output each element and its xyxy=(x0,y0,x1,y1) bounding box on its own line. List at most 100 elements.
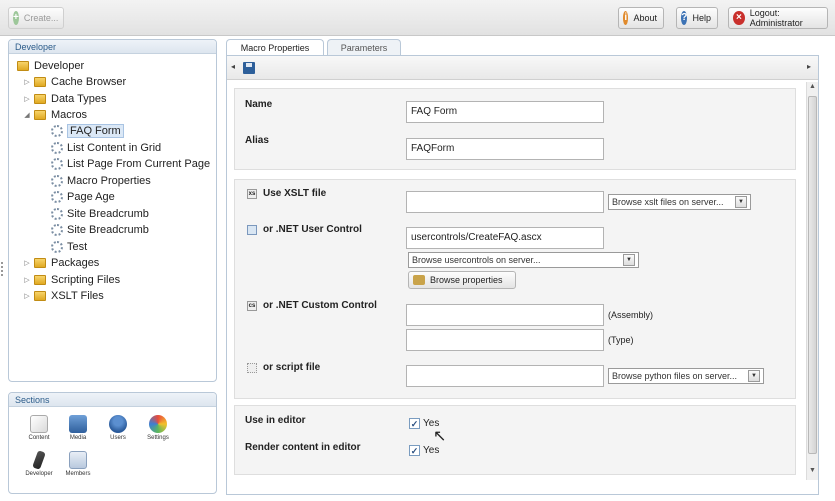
vertical-scrollbar[interactable]: ▲ ▼ xyxy=(806,82,818,480)
tree-item-packages[interactable]: ▷ Packages xyxy=(23,255,99,271)
help-icon: ? xyxy=(681,11,688,25)
section-content[interactable]: Content xyxy=(19,415,59,441)
tree-root[interactable]: Developer xyxy=(17,58,84,74)
macro-icon xyxy=(51,125,63,137)
chevron-down-icon: ▼ xyxy=(735,196,747,208)
scroll-up-icon[interactable]: ▲ xyxy=(809,83,816,90)
section-media[interactable]: Media xyxy=(58,415,98,441)
type-input[interactable] xyxy=(406,329,604,351)
help-button[interactable]: ? Help xyxy=(676,7,718,29)
section-label: Users xyxy=(110,435,126,441)
members-icon xyxy=(69,451,87,469)
scroll-right-icon[interactable]: ▸ xyxy=(807,62,811,71)
checkmark-icon: ✓ xyxy=(409,445,420,456)
tree-root-label: Developer xyxy=(34,60,85,72)
macro-icon xyxy=(51,191,63,203)
render-content-checkbox[interactable]: ✓ Yes xyxy=(409,445,439,456)
tree-item-macro-properties[interactable]: Macro Properties xyxy=(51,173,151,189)
browse-xslt-text: Browse xslt files on server... xyxy=(612,197,724,207)
tree-item-list-content-in-grid[interactable]: List Content in Grid xyxy=(51,140,161,156)
logout-button[interactable]: × Logout: Administrator xyxy=(728,7,828,29)
tree-item-faq-form[interactable]: FAQ Form xyxy=(51,123,124,139)
expand-arrow-icon[interactable]: ▷ xyxy=(23,95,31,103)
sections-panel-title: Sections xyxy=(9,393,216,407)
xslt-input[interactable] xyxy=(406,191,604,213)
tab-macro-properties[interactable]: Macro Properties xyxy=(226,39,324,56)
tree-item-label: FAQ Form xyxy=(67,124,124,138)
mouse-cursor-icon: ↖ xyxy=(433,428,447,445)
name-alias-group: Name FAQ Form Alias FAQForm xyxy=(234,88,796,170)
section-label: Developer xyxy=(25,471,53,477)
tree-item-label: XSLT Files xyxy=(51,290,104,302)
help-label: Help xyxy=(692,13,711,23)
section-members[interactable]: Members xyxy=(58,451,98,477)
tree-item-site-breadcrumb-2[interactable]: Site Breadcrumb xyxy=(51,222,149,238)
expand-arrow-icon[interactable]: ▷ xyxy=(23,276,31,284)
browse-xslt-select[interactable]: Browse xslt files on server... ▼ xyxy=(608,194,751,210)
usercontrol-label-row: or .NET User Control xyxy=(247,224,362,235)
xslt-label: Use XSLT file xyxy=(263,188,327,199)
macro-icon xyxy=(51,208,63,220)
tree-item-scripting-files[interactable]: ▷ Scripting Files xyxy=(23,272,120,288)
section-users[interactable]: Users xyxy=(98,415,138,441)
browse-usercontrols-text: Browse usercontrols on server... xyxy=(412,255,541,265)
scroll-left-icon[interactable]: ◂ xyxy=(231,62,235,71)
tree-item-label: List Content in Grid xyxy=(67,142,162,154)
chevron-down-icon: ▼ xyxy=(623,254,635,266)
tree-item-label: Site Breadcrumb xyxy=(67,224,149,236)
use-in-editor-label: Use in editor xyxy=(245,415,306,426)
tree-item-label: Scripting Files xyxy=(51,274,121,286)
xslt-file-icon: xs xyxy=(247,188,257,199)
folder-icon xyxy=(34,258,46,268)
script-file-icon xyxy=(247,362,257,373)
macro-source-group: xs Use XSLT file Browse xslt files on se… xyxy=(234,179,796,399)
script-input[interactable] xyxy=(406,365,604,387)
collapse-arrow-icon[interactable]: ◢ xyxy=(23,111,31,119)
section-settings[interactable]: Settings xyxy=(138,415,178,441)
browse-usercontrols-select[interactable]: Browse usercontrols on server... ▼ xyxy=(408,252,639,268)
tree-item-page-age[interactable]: Page Age xyxy=(51,189,115,205)
render-content-label: Render content in editor xyxy=(245,442,361,453)
browse-python-select[interactable]: Browse python files on server... ▼ xyxy=(608,368,764,384)
section-label: Settings xyxy=(147,435,169,441)
folder-icon xyxy=(34,110,46,120)
tree-item-test[interactable]: Test xyxy=(51,239,87,255)
tree-item-site-breadcrumb[interactable]: Site Breadcrumb xyxy=(51,206,149,222)
section-developer[interactable]: Developer xyxy=(19,450,59,477)
create-button[interactable]: + Create... xyxy=(8,7,64,29)
toolbar: ◂ ▸ xyxy=(227,56,818,80)
splitter-handle[interactable] xyxy=(1,262,5,276)
browse-python-text: Browse python files on server... xyxy=(612,371,738,381)
tree-item-xslt-files[interactable]: ▷ XSLT Files xyxy=(23,288,104,304)
about-button[interactable]: i About xyxy=(618,7,664,29)
type-hint: (Type) xyxy=(608,335,634,345)
name-input[interactable]: FAQ Form xyxy=(406,101,604,123)
scroll-down-icon[interactable]: ▼ xyxy=(809,467,816,474)
save-icon[interactable] xyxy=(243,62,255,74)
tree-item-list-page-from-current-page[interactable]: List Page From Current Page xyxy=(51,156,210,172)
tree-item-macros[interactable]: ◢ Macros xyxy=(23,107,87,123)
script-label: or script file xyxy=(263,362,321,373)
expand-arrow-icon[interactable]: ▷ xyxy=(23,78,31,86)
folder-icon xyxy=(17,61,29,71)
logout-icon: × xyxy=(733,11,745,25)
macro-icon xyxy=(51,224,63,236)
content-icon xyxy=(30,415,48,433)
logout-label: Logout: Administrator xyxy=(749,8,803,28)
browse-properties-button[interactable]: Browse properties xyxy=(408,271,516,289)
folder-icon xyxy=(34,94,46,104)
tab-parameters[interactable]: Parameters xyxy=(327,39,401,56)
assembly-input[interactable] xyxy=(406,304,604,326)
tree-item-cache-browser[interactable]: ▷ Cache Browser xyxy=(23,74,126,90)
checkmark-icon: ✓ xyxy=(409,418,420,429)
expand-arrow-icon[interactable]: ▷ xyxy=(23,259,31,267)
tree-item-data-types[interactable]: ▷ Data Types xyxy=(23,91,106,107)
tree-item-label: Site Breadcrumb xyxy=(67,208,149,220)
alias-input[interactable]: FAQForm xyxy=(406,138,604,160)
alias-label: Alias xyxy=(245,135,269,146)
scroll-thumb[interactable] xyxy=(808,96,817,454)
create-icon: + xyxy=(13,11,19,25)
macro-icon xyxy=(51,142,63,154)
expand-arrow-icon[interactable]: ▷ xyxy=(23,292,31,300)
usercontrol-input[interactable]: usercontrols/CreateFAQ.ascx xyxy=(406,227,604,249)
